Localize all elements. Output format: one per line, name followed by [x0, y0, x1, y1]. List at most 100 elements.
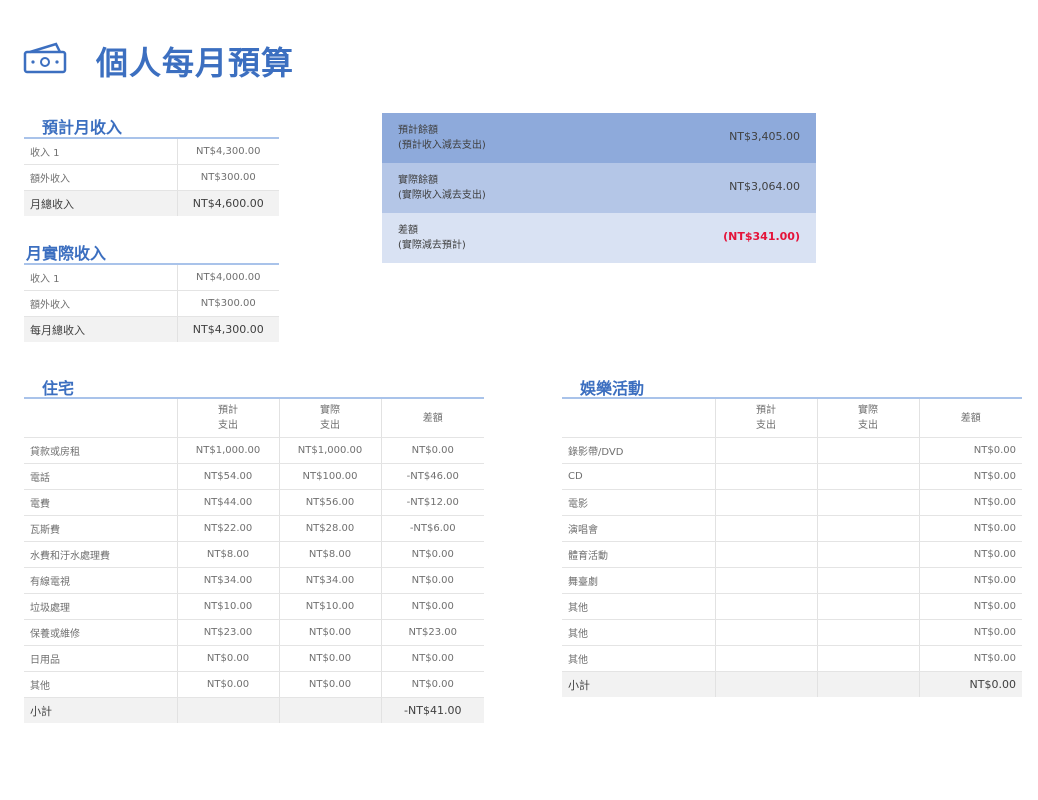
row-diff: NT$0.00 — [919, 541, 1022, 568]
entertainment-table: 預計 支出 實際 支出 差額 錄影帶/DVD NT$0.00 CD NT$0.00 電影… — [562, 399, 1022, 697]
row-projected[interactable]: NT$10.00 — [177, 593, 280, 620]
row-actual[interactable]: NT$0.00 — [279, 671, 382, 698]
table-row: 收入 1 NT$4,300.00 — [24, 139, 279, 165]
row-label: 垃圾處理 — [24, 593, 178, 620]
row-label: 保養或維修 — [24, 619, 178, 646]
total-row: 小計 -NT$41.00 — [24, 697, 484, 723]
row-actual[interactable] — [817, 437, 920, 464]
table-row: 舞臺劇 NT$0.00 — [562, 567, 1022, 594]
row-diff: NT$0.00 — [919, 463, 1022, 490]
projected-balance-label: 預計餘額 — [398, 125, 438, 136]
row-diff: NT$0.00 — [381, 541, 484, 568]
row-projected[interactable]: NT$0.00 — [177, 645, 280, 672]
row-actual[interactable]: NT$8.00 — [279, 541, 382, 568]
header-projected: 預計 支出 — [715, 399, 818, 438]
row-projected[interactable] — [715, 515, 818, 542]
row-actual[interactable] — [817, 619, 920, 646]
row-actual[interactable]: NT$34.00 — [279, 567, 382, 594]
row-label: 電話 — [24, 463, 178, 490]
row-projected[interactable]: NT$22.00 — [177, 515, 280, 542]
housing-title: 住宅 — [42, 379, 75, 398]
table-row: 額外收入 NT$300.00 — [24, 164, 279, 191]
row-actual[interactable]: NT$28.00 — [279, 515, 382, 542]
row-actual[interactable] — [817, 593, 920, 620]
total-projected — [177, 697, 280, 723]
row-value[interactable]: NT$300.00 — [177, 164, 279, 191]
row-label: 電影 — [562, 489, 716, 516]
row-label: 電費 — [24, 489, 178, 516]
table-row: 電話 NT$54.00 NT$100.00 -NT$46.00 — [24, 463, 484, 490]
row-projected[interactable]: NT$1,000.00 — [177, 437, 280, 464]
row-label: 日用品 — [24, 645, 178, 672]
difference-note: (實際減去預計) — [398, 240, 466, 251]
projected-income-title: 預計月收入 — [42, 118, 123, 137]
row-projected[interactable] — [715, 489, 818, 516]
table-row: 其他 NT$0.00 — [562, 593, 1022, 620]
row-projected[interactable]: NT$0.00 — [177, 671, 280, 698]
row-actual[interactable]: NT$0.00 — [279, 645, 382, 672]
row-label: 其他 — [562, 593, 716, 620]
row-projected[interactable]: NT$8.00 — [177, 541, 280, 568]
row-label: 水費和汙水處理費 — [24, 541, 178, 568]
row-actual[interactable] — [817, 515, 920, 542]
row-projected[interactable] — [715, 619, 818, 646]
row-label: 體育活動 — [562, 541, 716, 568]
header-actual: 實際 支出 — [279, 399, 382, 438]
row-label: 演唱會 — [562, 515, 716, 542]
header-blank — [562, 399, 716, 438]
projected-balance-row: 預計餘額 (預計收入減去支出) NT$3,405.00 — [382, 113, 816, 163]
row-label: 收入 1 — [24, 139, 178, 165]
row-projected[interactable]: NT$34.00 — [177, 567, 280, 594]
row-actual[interactable] — [817, 541, 920, 568]
table-row: 演唱會 NT$0.00 — [562, 515, 1022, 542]
difference-value: (NT$341.00) — [723, 230, 800, 243]
row-actual[interactable]: NT$1,000.00 — [279, 437, 382, 464]
total-label: 月總收入 — [24, 190, 178, 216]
table-row: CD NT$0.00 — [562, 463, 1022, 490]
row-projected[interactable]: NT$54.00 — [177, 463, 280, 490]
page-title: 個人每月預算 — [96, 44, 295, 82]
row-actual[interactable]: NT$10.00 — [279, 593, 382, 620]
row-actual[interactable] — [817, 567, 920, 594]
row-projected[interactable] — [715, 463, 818, 490]
total-actual — [817, 671, 920, 697]
total-label: 每月總收入 — [24, 316, 178, 342]
actual-income-title: 月實際收入 — [26, 244, 107, 263]
row-diff: NT$0.00 — [381, 645, 484, 672]
actual-balance-note: (實際收入減去支出) — [398, 190, 486, 201]
row-projected[interactable]: NT$44.00 — [177, 489, 280, 516]
table-row: 有線電視 NT$34.00 NT$34.00 NT$0.00 — [24, 567, 484, 594]
row-value[interactable]: NT$300.00 — [177, 290, 279, 317]
row-value[interactable]: NT$4,300.00 — [177, 139, 279, 165]
row-projected[interactable] — [715, 567, 818, 594]
row-projected[interactable] — [715, 593, 818, 620]
table-row: 垃圾處理 NT$10.00 NT$10.00 NT$0.00 — [24, 593, 484, 620]
row-projected[interactable] — [715, 645, 818, 672]
header-projected: 預計 支出 — [177, 399, 280, 438]
row-diff: NT$0.00 — [381, 567, 484, 594]
table-row: 體育活動 NT$0.00 — [562, 541, 1022, 568]
row-projected[interactable] — [715, 541, 818, 568]
row-actual[interactable]: NT$56.00 — [279, 489, 382, 516]
header-diff: 差額 — [919, 399, 1022, 438]
table-row: 其他 NT$0.00 NT$0.00 NT$0.00 — [24, 671, 484, 698]
table-row: 保養或維修 NT$23.00 NT$0.00 NT$23.00 — [24, 619, 484, 646]
actual-balance-row: 實際餘額 (實際收入減去支出) NT$3,064.00 — [382, 163, 816, 213]
row-actual[interactable] — [817, 489, 920, 516]
table-row: 其他 NT$0.00 — [562, 645, 1022, 672]
money-icon — [23, 42, 67, 74]
table-row: 收入 1 NT$4,000.00 — [24, 265, 279, 291]
row-actual[interactable]: NT$100.00 — [279, 463, 382, 490]
row-actual[interactable] — [817, 645, 920, 672]
row-projected[interactable] — [715, 437, 818, 464]
row-value[interactable]: NT$4,000.00 — [177, 265, 279, 291]
total-row: 月總收入 NT$4,600.00 — [24, 190, 279, 216]
row-actual[interactable] — [817, 463, 920, 490]
projected-balance-note: (預計收入減去支出) — [398, 140, 486, 151]
row-label: 收入 1 — [24, 265, 178, 291]
row-actual[interactable]: NT$0.00 — [279, 619, 382, 646]
total-row: 每月總收入 NT$4,300.00 — [24, 316, 279, 342]
row-diff: NT$0.00 — [919, 515, 1022, 542]
total-actual — [279, 697, 382, 723]
row-projected[interactable]: NT$23.00 — [177, 619, 280, 646]
